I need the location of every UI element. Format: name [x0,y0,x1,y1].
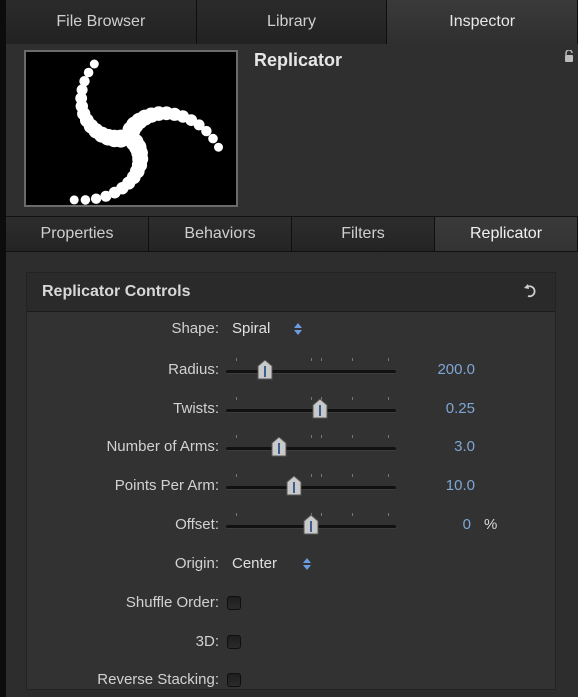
spiral-dot [80,195,91,205]
replicator-preview [24,50,238,207]
arms-slider-thumb[interactable] [271,437,287,457]
shape-label: Shape: [171,320,219,337]
arms-slider-tick [351,435,353,438]
arms-row: Number of Arms: 3.0 [27,430,555,464]
inspector-header: Replicator [6,44,578,216]
spiral-dot [208,133,218,144]
points-slider-thumb[interactable] [286,476,302,496]
offset-slider-tick [351,513,353,516]
tab-filters[interactable]: Filters [292,217,435,251]
lock-icon[interactable] [564,50,574,62]
arms-slider-tick [311,435,312,438]
offset-slider-tick [236,513,238,516]
shape-row: Shape: Spiral [27,312,555,346]
tab-inspector[interactable]: Inspector [387,0,578,44]
tab-library[interactable]: Library [196,0,388,44]
arms-slider-tick [236,435,238,438]
offset-slider-thumb[interactable] [303,515,319,535]
points-slider-tick [311,474,312,477]
offset-value[interactable]: 0 [463,516,471,533]
offset-slider-tick [321,513,323,516]
three-d-label: 3D: [195,633,219,650]
spiral-dot [79,76,90,87]
arms-slider-tick [321,435,323,438]
twists-label: Twists: [173,400,219,417]
offset-slider[interactable] [226,512,396,538]
object-title: Replicator [254,50,343,70]
arms-slider-track[interactable] [226,447,396,451]
twists-slider-tick [387,397,389,400]
reset-icon[interactable] [523,284,537,298]
points-row: Points Per Arm: 10.0 [27,469,555,503]
tab-file-browser[interactable]: File Browser [6,0,197,44]
spiral-dot [214,142,223,152]
points-slider-tick [236,474,238,477]
radius-value[interactable]: 200.0 [437,361,475,378]
sub-tab-bar: Properties Behaviors Filters Replicator [6,216,578,252]
twists-slider-tick [236,397,238,400]
arms-value[interactable]: 3.0 [454,438,475,455]
spiral-dot [89,59,99,69]
origin-popup[interactable]: Center [232,555,277,572]
points-slider[interactable] [226,473,396,499]
shape-popup-arrows-icon[interactable] [293,322,303,336]
arms-slider[interactable] [226,434,396,460]
inspector-window: File Browser Library Inspector Replicato… [6,0,578,697]
reverse-checkbox[interactable] [227,673,241,687]
twists-slider[interactable] [226,396,396,422]
offset-label: Offset: [175,516,219,533]
twists-value[interactable]: 0.25 [446,400,475,417]
shuffle-row: Shuffle Order: [27,586,555,620]
twists-slider-thumb[interactable] [312,399,328,419]
three-d-checkbox[interactable] [227,635,241,649]
spiral-preview-image [69,59,223,205]
shuffle-checkbox[interactable] [227,596,241,610]
origin-popup-arrows-icon[interactable] [302,557,312,571]
twists-row: Twists: 0.25 [27,392,555,426]
points-slider-tick [351,474,353,477]
replicator-controls-panel: Replicator Controls Shape: Spiral Radius… [26,272,556,690]
points-slider-track[interactable] [226,486,396,490]
reverse-row: Reverse Stacking: [27,663,555,697]
tab-properties[interactable]: Properties [6,217,149,251]
three-d-row: 3D: [27,625,555,659]
points-slider-tick [387,474,389,477]
panel-title: Replicator Controls [42,283,191,300]
radius-slider-tick [351,358,353,361]
radius-slider-tick [321,358,323,361]
spiral-dot [83,67,94,78]
tab-behaviors[interactable]: Behaviors [149,217,292,251]
panel-header: Replicator Controls [27,273,555,312]
radius-slider-thumb[interactable] [257,360,273,380]
origin-label: Origin: [174,555,219,572]
radius-slider-track[interactable] [226,370,396,374]
origin-row: Origin: Center [27,547,555,581]
offset-unit: % [484,516,498,533]
offset-slider-tick [387,513,389,516]
radius-slider-tick [311,358,312,361]
points-slider-tick [321,474,323,477]
points-value[interactable]: 10.0 [446,477,475,494]
tab-replicator[interactable]: Replicator [435,217,578,251]
arms-slider-tick [387,435,389,438]
reverse-label: Reverse Stacking: [97,671,219,688]
arms-label: Number of Arms: [106,438,219,455]
spiral-dot [90,193,102,204]
twists-slider-tick [351,397,353,400]
spiral-dot [69,195,79,205]
points-label: Points Per Arm: [114,477,219,494]
radius-row: Radius: 200.0 [27,353,555,387]
radius-slider-tick [387,358,389,361]
radius-slider-tick [236,358,238,361]
spiral-dot [201,125,212,137]
radius-slider[interactable] [226,357,396,383]
spiral-dot [100,190,112,202]
shape-popup[interactable]: Spiral [232,320,270,337]
shuffle-label: Shuffle Order: [125,594,219,611]
offset-row: Offset: 0 % [27,508,555,542]
top-tab-bar: File Browser Library Inspector [6,0,578,45]
radius-label: Radius: [168,361,219,378]
